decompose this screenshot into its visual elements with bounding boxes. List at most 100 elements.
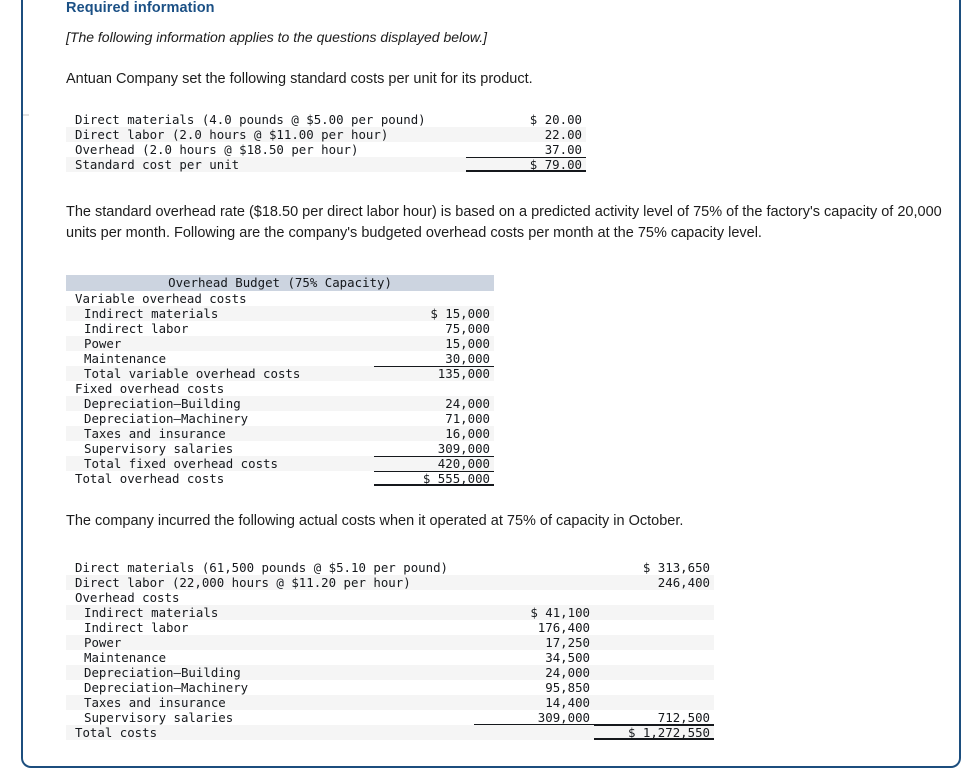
row-label: Depreciation—Machinery	[84, 411, 249, 427]
row-label: Indirect materials	[66, 306, 374, 322]
question-panel: Required information [The following info…	[21, 0, 961, 768]
row-amount: 16,000	[374, 426, 495, 442]
row-amount-middle	[474, 560, 594, 575]
row-label: Total fixed overhead costs	[66, 456, 374, 472]
row-label: Indirect labor	[84, 620, 189, 636]
row-amount: 24,000	[374, 396, 495, 412]
row-amount-right	[594, 695, 714, 711]
actual-costs-table: Direct materials (61,500 pounds @ $5.10 …	[66, 560, 714, 741]
row-amount-right: $ 1,272,550	[594, 725, 714, 741]
required-information-heading: Required information	[66, 0, 215, 16]
row-label: Standard cost per unit	[66, 157, 466, 173]
table-row: Indirect materials $ 41,100	[66, 605, 714, 621]
row-amount-middle	[474, 590, 594, 605]
overhead-budget-table: Overhead Budget (75% Capacity) Variable o…	[66, 275, 495, 486]
row-amount	[374, 291, 494, 306]
row-amount-right	[594, 650, 714, 665]
row-label: Power	[66, 635, 474, 651]
applies-to-questions-note: [The following information applies to th…	[66, 29, 488, 45]
table-row: Power 17,250	[66, 635, 714, 651]
row-amount-middle: 309,000	[474, 710, 594, 725]
standard-costs-table-body: Direct materials (4.0 pounds @ $5.00 per…	[66, 112, 586, 173]
row-amount-right	[594, 680, 714, 695]
row-amount: $ 555,000	[374, 471, 494, 486]
row-amount: 309,000	[437, 441, 491, 457]
table-row: Maintenance 34,500	[66, 650, 714, 665]
row-label: Taxes and insurance	[66, 426, 374, 442]
row-label: Power	[66, 336, 374, 352]
table-row: Total costs $ 1,272,550	[66, 725, 714, 741]
row-label: Direct labor (2.0 hours @ $11.00 per hou…	[66, 127, 466, 143]
table-row: Overhead (2.0 hours @ $18.50 per hour) 37…	[66, 142, 586, 157]
row-amount-right: 246,400	[594, 575, 714, 591]
table-row: Total overhead costs $ 555,000	[66, 471, 494, 486]
table-row: Variable overhead costs	[66, 291, 494, 306]
row-amount-middle: 17,250	[474, 635, 594, 651]
row-label: Overhead costs	[75, 590, 180, 606]
standard-costs-table: Direct materials (4.0 pounds @ $5.00 per…	[66, 112, 586, 173]
row-amount: 71,000	[445, 411, 491, 427]
actual-costs-table-body: Direct materials (61,500 pounds @ $5.10 …	[66, 560, 714, 741]
table-row: Depreciation—Machinery 95,850	[66, 680, 714, 695]
row-label: Indirect materials	[66, 605, 474, 621]
row-label: Overhead (2.0 hours @ $18.50 per hour)	[75, 142, 359, 158]
table-row: Total fixed overhead costs 420,000	[66, 456, 495, 472]
overhead-rate-paragraph: The standard overhead rate ($18.50 per d…	[66, 204, 942, 242]
row-amount-middle: 24,000	[474, 665, 594, 681]
row-label: Direct materials (61,500 pounds @ $5.10 …	[75, 560, 448, 576]
row-label: Direct materials (4.0 pounds @ $5.00 per…	[75, 112, 426, 128]
row-amount: 135,000	[374, 366, 495, 382]
row-label: Total overhead costs	[75, 471, 225, 487]
table-row: Indirect labor 75,000	[66, 321, 494, 336]
row-amount-right	[594, 605, 714, 621]
row-amount: 22.00	[466, 127, 586, 143]
row-label: Depreciation—Building	[66, 396, 374, 412]
table-row: Depreciation—Machinery 71,000	[66, 411, 494, 426]
row-label: Taxes and insurance	[66, 695, 474, 711]
row-label: Supervisory salaries	[84, 441, 234, 457]
row-amount: 15,000	[374, 336, 495, 352]
table-row: Indirect materials $ 15,000	[66, 306, 495, 322]
table-row: Power 15,000	[66, 336, 495, 352]
row-amount: 420,000	[374, 456, 495, 472]
question-content: Required information [The following info…	[66, 0, 954, 741]
row-label: Depreciation—Machinery	[84, 680, 249, 696]
row-amount-right	[594, 665, 714, 681]
table-header-label: Overhead Budget (75% Capacity)	[66, 275, 495, 292]
table-row: Depreciation—Building 24,000	[66, 665, 714, 681]
row-label: Variable overhead costs	[75, 291, 247, 307]
table-row: Fixed overhead costs	[66, 381, 494, 396]
row-amount-middle	[474, 725, 594, 741]
row-label: Depreciation—Building	[66, 665, 474, 681]
row-label: Total costs	[66, 725, 474, 741]
row-amount-middle: 95,850	[545, 680, 590, 696]
row-amount: $ 15,000	[374, 306, 495, 322]
table-row: Direct materials (61,500 pounds @ $5.10 …	[66, 560, 714, 575]
row-label: Direct labor (22,000 hours @ $11.20 per …	[66, 575, 474, 591]
row-amount: $ 79.00	[466, 157, 586, 173]
table-row: Direct labor (22,000 hours @ $11.20 per …	[66, 575, 714, 591]
row-amount-middle: 14,400	[474, 695, 594, 711]
row-amount: 30,000	[445, 351, 491, 367]
table-row: Direct labor (2.0 hours @ $11.00 per hou…	[66, 127, 586, 143]
row-label: Indirect labor	[84, 321, 189, 337]
table-row: Depreciation—Building 24,000	[66, 396, 495, 412]
row-amount-right: 712,500	[594, 710, 714, 725]
table-row: Indirect labor 176,400	[66, 620, 714, 635]
overhead-budget-table-body: Overhead Budget (75% Capacity) Variable o…	[66, 275, 495, 486]
panel-edge-tick	[23, 114, 29, 116]
table-row: Supervisory salaries 309,000 712,500	[66, 710, 714, 725]
row-amount: $ 20.00	[529, 112, 582, 128]
table-row: Maintenance 30,000	[66, 351, 494, 366]
row-amount-middle	[474, 575, 594, 591]
row-amount-right	[594, 620, 714, 635]
table-row: Standard cost per unit $ 79.00	[66, 157, 586, 173]
table-row: Overhead costs	[66, 590, 714, 605]
table-row: Taxes and insurance 16,000	[66, 426, 495, 442]
row-amount: 37.00	[544, 142, 582, 158]
row-amount-middle: 176,400	[537, 620, 590, 636]
